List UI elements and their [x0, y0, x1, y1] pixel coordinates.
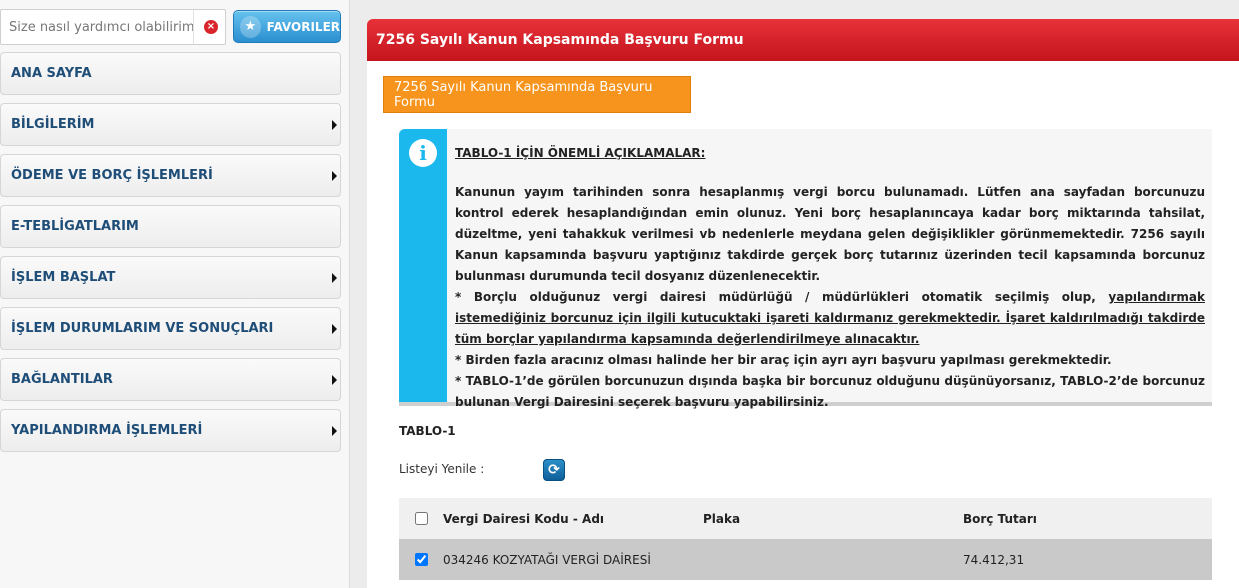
info-box: i TABLO-1 İÇİN ÖNEMLİ AÇIKLAMALAR: Kanun… — [399, 129, 1212, 409]
menu-item-islem-baslat[interactable]: İŞLEM BAŞLAT — [0, 256, 341, 299]
table-header-row: Vergi Dairesi Kodu - Adı Plaka Borç Tuta… — [399, 498, 1212, 539]
column-header-vergi-dairesi: Vergi Dairesi Kodu - Adı — [443, 511, 605, 526]
debt-table: Vergi Dairesi Kodu - Adı Plaka Borç Tuta… — [399, 498, 1212, 580]
sidebar-menu: ANA SAYFA BİLGİLERİM ÖDEME VE BORÇ İŞLEM… — [0, 52, 341, 460]
caret-right-icon — [332, 273, 337, 283]
info-bullet-1: * Borçlu olduğunuz vergi dairesi müdürlü… — [455, 287, 1205, 350]
row-checkbox[interactable] — [414, 553, 428, 566]
tab-basvuru-formu[interactable]: 7256 Sayılı Kanun Kapsamında Başvuru For… — [383, 76, 691, 113]
caret-right-icon — [332, 375, 337, 385]
menu-item-odeme-borc[interactable]: ÖDEME VE BORÇ İŞLEMLERİ — [0, 154, 341, 197]
menu-item-e-tebligat[interactable]: E-TEBLİGATLARIM — [0, 205, 341, 248]
menu-item-label: BAĞLANTILAR — [11, 372, 113, 387]
caret-right-icon — [332, 120, 337, 130]
menu-item-yapilandirma[interactable]: YAPILANDIRMA İŞLEMLERİ — [0, 409, 341, 452]
table-row[interactable]: 034246 KOZYATAĞI VERGİ DAİRESİ 74.412,31 — [399, 539, 1212, 580]
menu-item-label: E-TEBLİGATLARIM — [11, 219, 139, 234]
search-input[interactable] — [1, 10, 194, 44]
menu-item-ana-sayfa[interactable]: ANA SAYFA — [0, 52, 341, 95]
caret-right-icon — [332, 171, 337, 181]
info-strip: i — [399, 129, 447, 402]
info-content: TABLO-1 İÇİN ÖNEMLİ AÇIKLAMALAR: Kanunun… — [455, 143, 1205, 413]
info-bullet-1-text: * Borçlu olduğunuz vergi dairesi müdürlü… — [455, 290, 1109, 304]
menu-item-label: YAPILANDIRMA İŞLEMLERİ — [11, 423, 203, 438]
favorites-button[interactable]: ★ FAVORILER — [233, 10, 341, 43]
menu-item-label: ÖDEME VE BORÇ İŞLEMLERİ — [11, 168, 213, 183]
column-header-borc-tutari: Borç Tutarı — [963, 511, 1037, 526]
row-check-cell — [399, 553, 443, 566]
menu-item-label: ANA SAYFA — [11, 66, 92, 81]
table-title: TABLO-1 — [399, 424, 456, 438]
sidebar: × ★ FAVORILER ANA SAYFA BİLGİLERİM ÖDEME… — [0, 0, 350, 588]
menu-item-bilgilerim[interactable]: BİLGİLERİM — [0, 103, 341, 146]
column-header-plaka: Plaka — [703, 511, 741, 526]
menu-item-label: İŞLEM DURUMLARIM VE SONUÇLARI — [11, 321, 274, 336]
info-bullet-2: * Birden fazla aracınız olması halinde h… — [455, 353, 1112, 367]
cell-vergi-dairesi: 034246 KOZYATAĞI VERGİ DAİRESİ — [443, 552, 651, 567]
menu-item-islem-durumlarim[interactable]: İŞLEM DURUMLARIM VE SONUÇLARI — [0, 307, 341, 350]
refresh-icon: ⟳ — [548, 462, 560, 478]
info-paragraph: Kanunun yayım tarihinden sonra hesaplanm… — [455, 185, 1205, 283]
main-panel: 7256 Sayılı Kanun Kapsamında Başvuru For… — [367, 19, 1239, 588]
search-row: × ★ FAVORILER — [0, 9, 345, 46]
info-title: TABLO-1 İÇİN ÖNEMLİ AÇIKLAMALAR: — [455, 146, 706, 160]
refresh-button[interactable]: ⟳ — [543, 459, 565, 481]
menu-item-label: İŞLEM BAŞLAT — [11, 270, 116, 285]
select-all-cell — [399, 512, 443, 525]
page-title: 7256 Sayılı Kanun Kapsamında Başvuru For… — [367, 19, 1239, 61]
menu-item-label: BİLGİLERİM — [11, 117, 95, 132]
refresh-label: Listeyi Yenile : — [399, 462, 485, 476]
select-all-checkbox[interactable] — [414, 512, 428, 525]
search-box: × — [0, 9, 226, 45]
info-bullet-3: * TABLO-1’de görülen borcunuzun dışında … — [455, 374, 1205, 409]
info-icon: i — [409, 139, 437, 167]
favorites-label: FAVORILER — [266, 19, 340, 34]
star-icon: ★ — [240, 15, 261, 38]
menu-item-baglantilar[interactable]: BAĞLANTILAR — [0, 358, 341, 401]
caret-right-icon — [332, 426, 337, 436]
clear-icon[interactable]: × — [204, 20, 218, 34]
cell-borc-tutari: 74.412,31 — [963, 552, 1025, 567]
caret-right-icon — [332, 324, 337, 334]
